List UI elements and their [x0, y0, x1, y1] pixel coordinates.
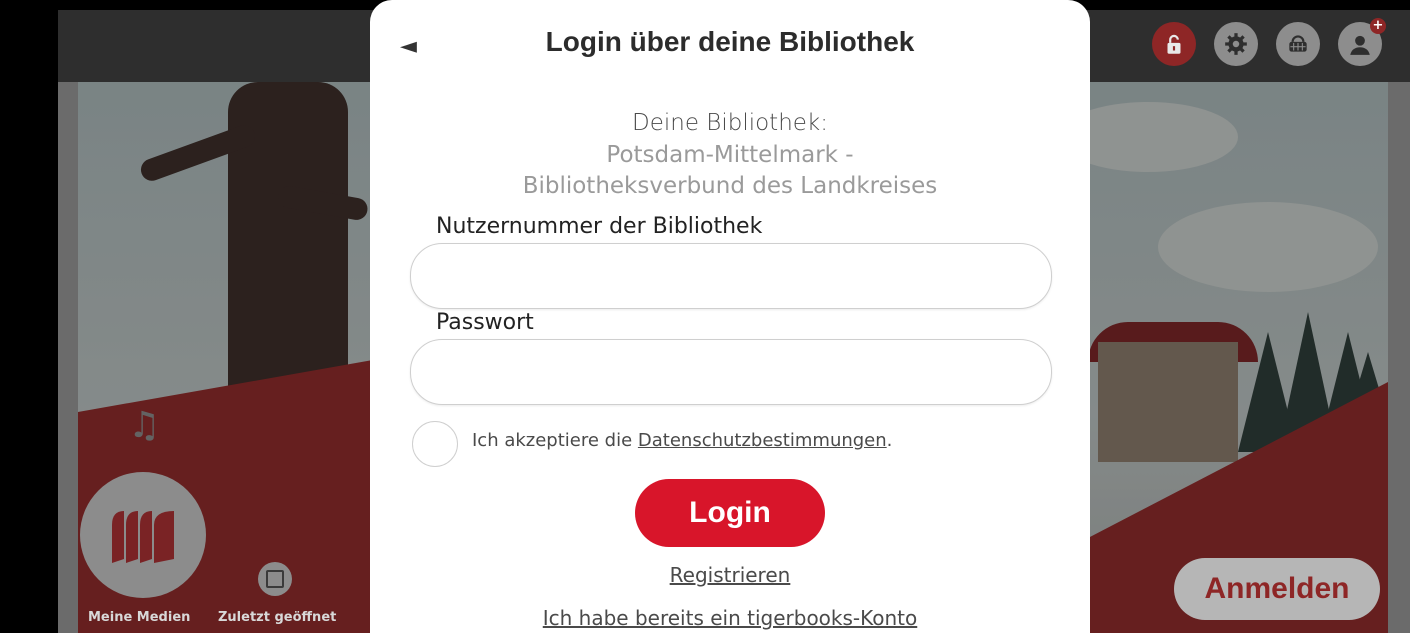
privacy-text: Ich akzeptiere die Datenschutzbestimmung…: [472, 430, 892, 451]
library-name: Potsdam-Mittelmark - Bibliotheksverbund …: [370, 140, 1090, 202]
library-name-line2: Bibliotheksverbund des Landkreises: [522, 173, 938, 199]
books-icon: [112, 511, 174, 563]
user-number-input[interactable]: [410, 243, 1052, 309]
sign-in-button[interactable]: Anmelden: [1174, 558, 1380, 620]
recently-opened-label[interactable]: Zuletzt geöffnet: [218, 610, 336, 625]
privacy-suffix: .: [886, 430, 893, 451]
library-heading: Deine Bibliothek:: [631, 110, 828, 136]
library-login-modal: ◄ Login über deine Bibliothek Deine Bibl…: [370, 0, 1090, 633]
privacy-link[interactable]: Datenschutzbestimmungen: [638, 430, 887, 451]
library-name-line1: Potsdam-Mittelmark -: [606, 142, 854, 168]
recently-opened-icon[interactable]: [258, 562, 292, 596]
basket-icon[interactable]: [1276, 22, 1320, 66]
lock-icon[interactable]: [1152, 22, 1196, 66]
login-button[interactable]: Login: [635, 479, 825, 547]
privacy-checkbox[interactable]: [412, 421, 458, 467]
user-number-label: Nutzernummer der Bibliothek: [436, 214, 763, 239]
password-input[interactable]: [410, 339, 1052, 405]
add-badge: +: [1370, 18, 1386, 34]
my-media-button[interactable]: [80, 472, 206, 598]
avatar-icon[interactable]: +: [1338, 18, 1386, 66]
modal-title: Login über deine Bibliothek: [545, 26, 915, 57]
password-label: Passwort: [436, 310, 534, 335]
top-icons: +: [1152, 18, 1386, 66]
my-media-label: Meine Medien: [88, 610, 191, 625]
gear-icon[interactable]: [1214, 22, 1258, 66]
register-link[interactable]: Registrieren: [370, 563, 1090, 587]
privacy-prefix: Ich akzeptiere die: [472, 430, 638, 451]
existing-account-link[interactable]: Ich habe bereits ein tigerbooks-Konto: [370, 606, 1090, 630]
